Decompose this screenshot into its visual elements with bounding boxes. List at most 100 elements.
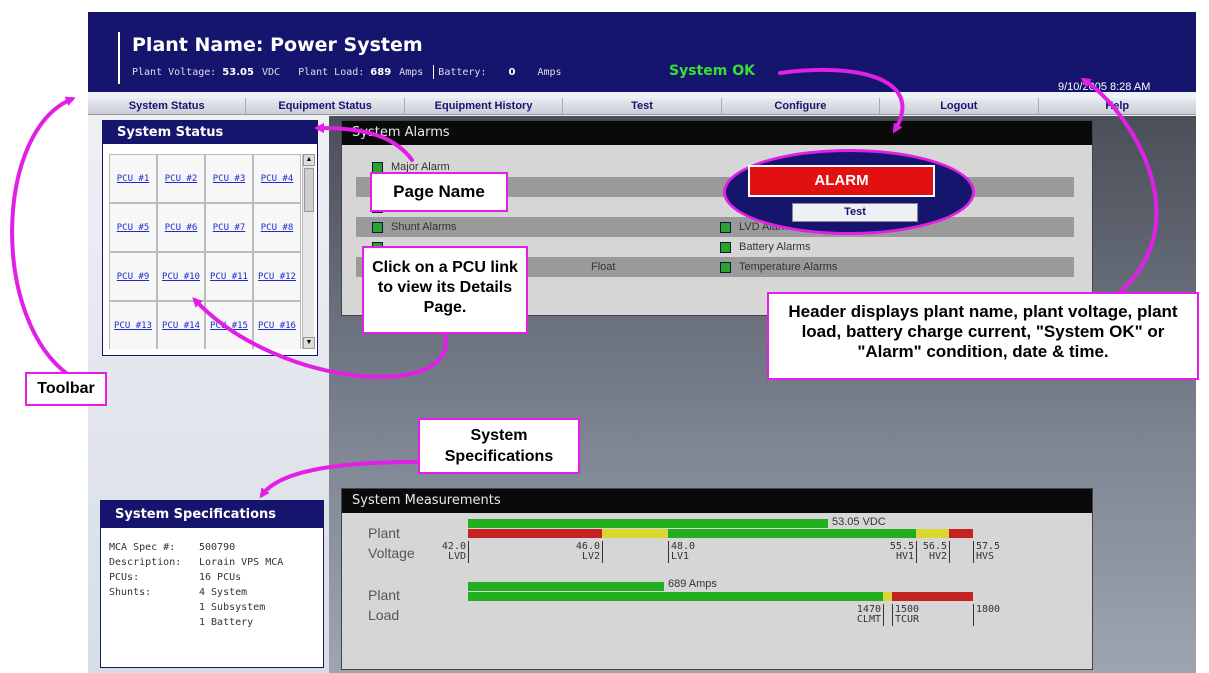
tick-line bbox=[468, 541, 469, 563]
spec-value: 4 System bbox=[199, 587, 248, 598]
callout-pcu-link: Click on a PCU link to view its Details … bbox=[362, 246, 528, 334]
alarm-indicator-icon bbox=[720, 261, 731, 273]
pcu-link[interactable]: PCU #2 bbox=[157, 154, 205, 203]
page-title: System Status bbox=[103, 121, 317, 144]
plant-voltage-label: Plant Voltage: bbox=[132, 67, 217, 78]
plant-voltage-unit: VDC bbox=[261, 67, 280, 78]
spec-row: Shunts: 4 System bbox=[109, 585, 315, 600]
tab-equipment-status[interactable]: Equipment Status bbox=[246, 98, 405, 114]
callout-page-name: Page Name bbox=[370, 172, 508, 212]
pcu-link[interactable]: PCU #7 bbox=[205, 203, 253, 252]
sidebar: System Status PCU #1 PCU #2 PCU #3 PCU #4 PC… bbox=[88, 116, 329, 673]
tab-configure[interactable]: Configure bbox=[722, 98, 881, 114]
alarm-indicator-icon bbox=[372, 161, 383, 173]
tab-logout[interactable]: Logout bbox=[880, 98, 1039, 114]
callout-header: Header displays plant name, plant voltag… bbox=[767, 292, 1199, 380]
tick-name: TCUR bbox=[895, 614, 920, 625]
specs-list: MCA Spec #: 500790 Description: Lorain VPS … bbox=[101, 528, 323, 642]
tick-line bbox=[602, 541, 603, 563]
temperature-alarm-item: Temperature Alarms bbox=[720, 261, 837, 273]
pcu-link[interactable]: PCU #11 bbox=[205, 252, 253, 301]
tick-name: LV1 bbox=[671, 551, 690, 562]
spec-key: PCUs: bbox=[109, 572, 140, 583]
tick-label: 48.0 LV1 bbox=[671, 542, 699, 562]
tab-test[interactable]: Test bbox=[563, 98, 722, 114]
toolbar-arrow bbox=[10, 96, 76, 378]
load-zone-tcur bbox=[892, 592, 973, 601]
alarms-title: System Alarms bbox=[342, 121, 1092, 145]
scroll-thumb[interactable] bbox=[304, 168, 314, 212]
load-label-line1: Plant bbox=[368, 587, 400, 603]
voltage-value-bar bbox=[468, 519, 828, 528]
pcu-link[interactable]: PCU #1 bbox=[109, 154, 157, 203]
alarm-indicator-icon bbox=[720, 221, 731, 233]
alarm-indicator-icon bbox=[372, 221, 383, 233]
spec-row: PCUs: 16 PCUs bbox=[109, 570, 315, 585]
pcu-link[interactable]: PCU #3 bbox=[205, 154, 253, 203]
pcu-link[interactable]: PCU #6 bbox=[157, 203, 205, 252]
pcu-link[interactable]: PCU #14 bbox=[157, 301, 205, 349]
load-label-line2: Load bbox=[368, 607, 400, 623]
callout-specs: System Specifications bbox=[418, 418, 580, 474]
shunt-alarms-label: Shunt Alarms bbox=[391, 221, 457, 233]
alarm-test-button[interactable]: Test bbox=[792, 203, 918, 222]
pcu-grid: PCU #1 PCU #2 PCU #3 PCU #4 PCU #5 PCU #6 PCU … bbox=[109, 154, 301, 349]
temperature-alarms-label: Temperature Alarms bbox=[739, 261, 838, 273]
spec-value: Lorain VPS MCA bbox=[199, 557, 284, 568]
plant-name: Plant Name: Power System bbox=[132, 34, 423, 56]
pcu-link[interactable]: PCU #5 bbox=[109, 203, 157, 252]
tab-equipment-history[interactable]: Equipment History bbox=[405, 98, 564, 114]
callout-toolbar: Toolbar bbox=[25, 372, 107, 406]
pcu-link[interactable]: PCU #16 bbox=[253, 301, 301, 349]
pcu-link[interactable]: PCU #10 bbox=[157, 252, 205, 301]
spec-row: 1 Battery bbox=[109, 615, 315, 630]
system-specifications-panel: System Specifications MCA Spec #: 500790 D… bbox=[100, 500, 324, 668]
voltage-zone-lvd bbox=[468, 529, 602, 538]
spec-value: 1 Battery bbox=[199, 617, 254, 628]
voltage-label-line2: Voltage bbox=[368, 545, 415, 561]
tick-line bbox=[668, 541, 669, 563]
load-zone-clmt bbox=[883, 592, 892, 601]
alarm-banner: ALARM bbox=[748, 165, 935, 197]
tick-label: 1470 CLMT bbox=[853, 605, 881, 625]
system-measurements-panel: System Measurements Plant Voltage 53.05 … bbox=[341, 488, 1093, 670]
toolbar: System Status Equipment Status Equipment… bbox=[88, 98, 1196, 115]
spec-value: 16 PCUs bbox=[199, 572, 242, 583]
spec-key: Shunts: bbox=[109, 587, 152, 598]
tick-label: 1500 TCUR bbox=[895, 605, 923, 625]
tab-help[interactable]: Help bbox=[1039, 98, 1196, 114]
pcu-link[interactable]: PCU #9 bbox=[109, 252, 157, 301]
tick-name: LVD bbox=[447, 551, 466, 562]
pcu-link[interactable]: PCU #4 bbox=[253, 154, 301, 203]
tick-line bbox=[949, 541, 950, 563]
voltage-zone-hv1 bbox=[916, 529, 949, 538]
load-zone-normal bbox=[468, 592, 883, 601]
spec-row: 1 Subsystem bbox=[109, 600, 315, 615]
tick-line bbox=[883, 604, 884, 626]
pcu-scrollbar[interactable]: ▲ ▼ bbox=[302, 154, 315, 349]
plant-load-label: Plant Load: bbox=[298, 67, 365, 78]
load-value-text: 689 Amps bbox=[668, 578, 717, 590]
pcu-link[interactable]: PCU #15 bbox=[205, 301, 253, 349]
pcu-link[interactable]: PCU #12 bbox=[253, 252, 301, 301]
plant-voltage-value: 53.05 bbox=[222, 67, 254, 78]
voltage-label: Plant Voltage bbox=[368, 523, 415, 563]
tick-name: HV2 bbox=[928, 551, 947, 562]
battery-unit: Amps bbox=[537, 67, 562, 78]
tick-label: 1800 bbox=[976, 605, 1004, 615]
battery-alarm-item: Battery Alarms bbox=[720, 241, 811, 253]
measurements-title: System Measurements bbox=[342, 489, 1092, 513]
voltage-label-line1: Plant bbox=[368, 525, 400, 541]
float-label: Float bbox=[591, 261, 616, 273]
scroll-up-icon[interactable]: ▲ bbox=[303, 154, 315, 166]
tick-line bbox=[973, 604, 974, 626]
spec-key: Description: bbox=[109, 557, 182, 568]
spec-key: MCA Spec #: bbox=[109, 542, 176, 553]
battery-value: 0 bbox=[508, 67, 516, 78]
pcu-link[interactable]: PCU #8 bbox=[253, 203, 301, 252]
pcu-link[interactable]: PCU #13 bbox=[109, 301, 157, 349]
specs-title: System Specifications bbox=[101, 501, 323, 528]
scroll-down-icon[interactable]: ▼ bbox=[303, 337, 315, 349]
spec-row: MCA Spec #: 500790 bbox=[109, 540, 315, 555]
tab-system-status[interactable]: System Status bbox=[88, 98, 247, 114]
